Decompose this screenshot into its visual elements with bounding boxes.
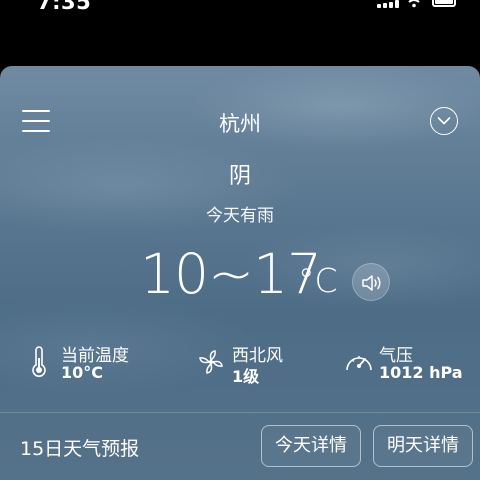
battery-icon (432, 0, 456, 7)
forecast-15-day-title[interactable]: 15日天气预报 (20, 434, 139, 461)
speaker-button[interactable] (352, 263, 390, 301)
temperature-range: 10~17 (140, 242, 322, 306)
thermometer-icon (32, 346, 46, 377)
today-details-button[interactable]: 今天详情 (261, 425, 361, 467)
temperature-unit: °C (298, 261, 338, 300)
gauge-icon (346, 356, 372, 371)
wifi-icon (408, 0, 420, 8)
status-bar: 7:35 (0, 0, 480, 66)
tomorrow-details-button[interactable]: 明天详情 (373, 425, 473, 467)
weather-card: 杭州 阴 今天有雨 10~17 °C 当前温度 10°C 西北风 1级 气压 1… (0, 66, 480, 480)
chevron-down-icon[interactable] (430, 107, 458, 135)
wind-fan-icon (199, 350, 223, 374)
forecast-summary: 今天有雨 (206, 206, 274, 226)
weather-condition: 阴 (228, 164, 251, 189)
cellular-signal-icon (377, 0, 399, 8)
metric-value-pressure: 1012 hPa (379, 363, 463, 382)
metric-value-temperature: 10°C (61, 363, 104, 382)
speaker-icon (362, 275, 381, 291)
city-name: 杭州 (219, 112, 261, 136)
metric-value-wind: 1级 (232, 367, 260, 386)
divider (0, 412, 480, 413)
status-time: 7:35 (37, 0, 92, 14)
